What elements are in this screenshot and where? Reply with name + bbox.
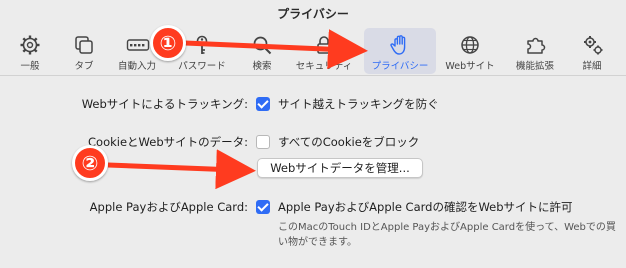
tab-passwords-label: パスワード <box>178 61 226 72</box>
tab-security[interactable]: セキュリティ <box>292 28 356 74</box>
globe-icon <box>459 34 481 56</box>
tab-tabs-label: タブ <box>74 61 94 72</box>
step-badge-2: ② <box>72 145 108 181</box>
tabs-icon <box>73 34 95 56</box>
applepay-note: このMacのTouch IDとApple PayおよびApple Cardを使っ… <box>278 222 616 248</box>
search-icon <box>251 34 273 56</box>
gears-icon <box>581 34 603 56</box>
tab-privacy[interactable]: プライバシー <box>364 28 436 74</box>
tab-general[interactable]: 一般 <box>8 28 52 74</box>
tab-websites[interactable]: Webサイト <box>440 28 500 74</box>
step-badge-1: ① <box>150 25 186 61</box>
tab-tabs[interactable]: タブ <box>62 28 106 74</box>
cookies-label: CookieとWebサイトのデータ: <box>88 135 248 149</box>
tab-privacy-label: プライバシー <box>371 61 429 72</box>
gear-icon <box>19 34 41 56</box>
applepay-label: Apple PayおよびApple Card: <box>89 200 248 214</box>
safari-preferences-window: プライバシー 一般 タブ 自動入力 パスワード 検索 セキュリティ プライバシー… <box>0 0 626 268</box>
tab-extensions-label: 機能拡張 <box>515 61 554 72</box>
tab-search[interactable]: 検索 <box>240 28 284 74</box>
tab-autofill-label: 自動入力 <box>117 61 156 72</box>
manage-website-data-button[interactable]: Webサイトデータを管理... <box>257 158 423 178</box>
tab-security-label: セキュリティ <box>295 61 353 72</box>
tab-advanced[interactable]: 詳細 <box>570 28 614 74</box>
tab-search-label: 検索 <box>252 61 272 72</box>
block-cookies-text[interactable]: すべてのCookieをブロック <box>278 134 419 150</box>
tab-websites-label: Webサイト <box>445 61 495 72</box>
window-title: プライバシー <box>277 7 349 21</box>
applepay-option-text[interactable]: Apple PayおよびApple Cardの確認をWebサイトに許可 <box>278 199 573 215</box>
tracking-checkbox[interactable] <box>256 97 270 111</box>
hand-icon <box>389 34 411 56</box>
tab-general-label: 一般 <box>20 61 40 72</box>
block-cookies-checkbox[interactable] <box>256 135 270 149</box>
autofill-icon <box>126 34 150 56</box>
tab-advanced-label: 詳細 <box>582 61 602 72</box>
puzzle-icon <box>524 34 546 56</box>
tracking-option-text[interactable]: サイト越えトラッキングを防ぐ <box>278 96 439 112</box>
applepay-checkbox[interactable] <box>256 200 270 214</box>
preferences-toolbar: 一般 タブ 自動入力 パスワード 検索 セキュリティ プライバシー Webサイト… <box>0 26 626 76</box>
lock-icon <box>313 34 335 56</box>
key-icon <box>191 34 213 56</box>
tab-extensions[interactable]: 機能拡張 <box>506 28 564 74</box>
tracking-label: Webサイトによるトラッキング: <box>81 97 248 111</box>
